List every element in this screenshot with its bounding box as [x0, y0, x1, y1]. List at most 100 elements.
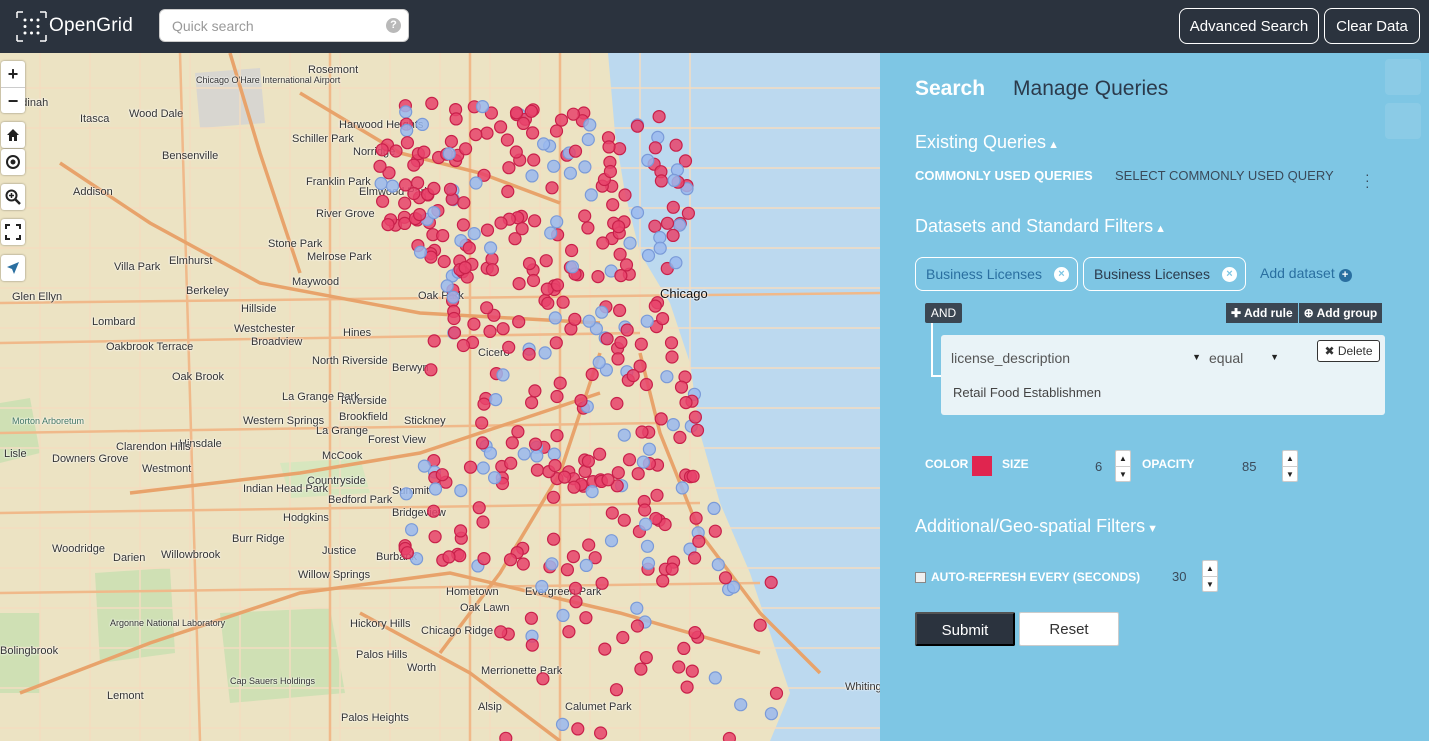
map-marker[interactable] — [467, 317, 481, 331]
add-group-button[interactable]: ⊕ Add group — [1297, 303, 1383, 323]
map-marker[interactable] — [669, 256, 683, 270]
map-marker[interactable] — [598, 642, 612, 656]
size-value[interactable]: 6 — [1095, 459, 1102, 474]
map-marker[interactable] — [604, 534, 619, 548]
map-marker[interactable] — [502, 161, 516, 175]
map-marker[interactable] — [398, 196, 412, 210]
map-marker[interactable] — [545, 181, 559, 195]
map-marker[interactable] — [685, 664, 699, 678]
map-marker[interactable] — [516, 557, 530, 571]
map-marker[interactable] — [569, 595, 583, 609]
group-condition-badge[interactable]: AND — [925, 303, 962, 323]
map-marker[interactable] — [480, 223, 495, 237]
map-marker[interactable] — [417, 459, 431, 473]
home-button[interactable] — [1, 122, 25, 148]
chevron-up-icon[interactable]: ▲ — [1283, 451, 1297, 466]
zoom-in-button[interactable]: + — [1, 61, 25, 87]
map-marker[interactable] — [722, 731, 736, 741]
map-marker[interactable] — [630, 119, 645, 133]
map-marker[interactable] — [564, 243, 579, 258]
map-marker[interactable] — [496, 322, 510, 336]
map-marker[interactable] — [454, 484, 468, 498]
map-marker[interactable] — [596, 236, 610, 250]
map-marker[interactable] — [603, 164, 618, 179]
map-marker[interactable] — [660, 216, 675, 230]
map-marker[interactable] — [680, 680, 694, 694]
map-marker[interactable] — [606, 198, 620, 212]
map-marker[interactable] — [688, 625, 702, 640]
map-marker[interactable] — [509, 106, 524, 120]
map-marker[interactable] — [524, 396, 539, 410]
map-marker[interactable] — [631, 467, 645, 481]
existing-queries-header[interactable]: Existing Queries ▲ — [915, 132, 1059, 153]
map-marker[interactable] — [449, 112, 463, 126]
map-marker[interactable] — [613, 247, 627, 261]
map-marker[interactable] — [618, 188, 632, 202]
map-marker[interactable] — [567, 480, 581, 494]
map-marker[interactable] — [734, 698, 748, 712]
map-marker[interactable] — [522, 257, 537, 271]
map-marker[interactable] — [494, 120, 508, 134]
map-marker[interactable] — [610, 396, 624, 411]
map-marker[interactable] — [512, 277, 526, 291]
map-marker[interactable] — [593, 726, 608, 740]
map-marker[interactable] — [415, 117, 429, 132]
map-marker[interactable] — [583, 118, 597, 132]
map-marker[interactable] — [642, 442, 657, 456]
map-marker[interactable] — [477, 552, 491, 566]
map-marker[interactable] — [545, 557, 559, 571]
map-marker[interactable] — [399, 105, 413, 119]
map-marker[interactable] — [469, 127, 483, 142]
map-marker[interactable] — [581, 132, 595, 147]
map-marker[interactable] — [376, 194, 390, 208]
map-marker[interactable] — [550, 389, 564, 404]
map-marker[interactable] — [494, 625, 508, 639]
map-marker[interactable] — [476, 461, 490, 475]
map-marker[interactable] — [622, 453, 637, 467]
map-marker[interactable] — [605, 506, 619, 520]
map-marker[interactable] — [581, 454, 596, 468]
map-marker[interactable] — [480, 301, 494, 315]
map-marker[interactable] — [557, 470, 572, 484]
map-marker[interactable] — [444, 134, 458, 149]
map-marker[interactable] — [641, 556, 656, 570]
map-marker[interactable] — [400, 136, 414, 150]
rule-operator-select[interactable]: equal ▼ — [1209, 350, 1279, 366]
map-marker[interactable] — [522, 347, 536, 361]
map-marker[interactable] — [524, 104, 539, 118]
map-marker[interactable] — [665, 350, 679, 364]
map-marker[interactable] — [666, 418, 680, 432]
map-marker[interactable] — [508, 232, 522, 246]
dataset-chip[interactable]: Business Licenses × — [915, 257, 1078, 291]
map-marker[interactable] — [555, 717, 570, 732]
map-marker[interactable] — [517, 447, 531, 461]
map-marker[interactable] — [581, 221, 595, 235]
map-marker[interactable] — [501, 184, 515, 199]
layers-icon[interactable] — [1385, 59, 1421, 95]
map-marker[interactable] — [424, 363, 438, 377]
map-marker[interactable] — [550, 429, 564, 443]
map-marker[interactable] — [611, 466, 625, 480]
rule-field-select[interactable]: license_description ▼ — [951, 350, 1201, 366]
map-marker[interactable] — [530, 463, 545, 477]
map-marker[interactable] — [503, 553, 518, 567]
map-marker[interactable] — [548, 311, 562, 325]
map-marker[interactable] — [634, 662, 648, 676]
navigate-button[interactable] — [1, 255, 25, 281]
map-marker[interactable] — [428, 482, 443, 496]
clear-data-button[interactable]: Clear Data — [1324, 8, 1420, 44]
ruler-icon[interactable] — [1385, 103, 1421, 139]
map-marker[interactable] — [541, 296, 555, 310]
map-marker[interactable] — [505, 436, 519, 450]
map-marker[interactable] — [718, 571, 733, 585]
map-marker[interactable] — [458, 261, 472, 275]
color-picker[interactable] — [972, 456, 992, 476]
map-marker[interactable] — [764, 707, 779, 721]
map-marker[interactable] — [660, 370, 674, 384]
map-marker[interactable] — [654, 412, 668, 426]
map-marker[interactable] — [630, 206, 645, 220]
map-marker[interactable] — [665, 562, 679, 576]
map-marker[interactable] — [692, 534, 706, 548]
remove-dataset-icon[interactable]: × — [1054, 267, 1069, 282]
chevron-up-icon[interactable]: ▲ — [1203, 561, 1217, 576]
